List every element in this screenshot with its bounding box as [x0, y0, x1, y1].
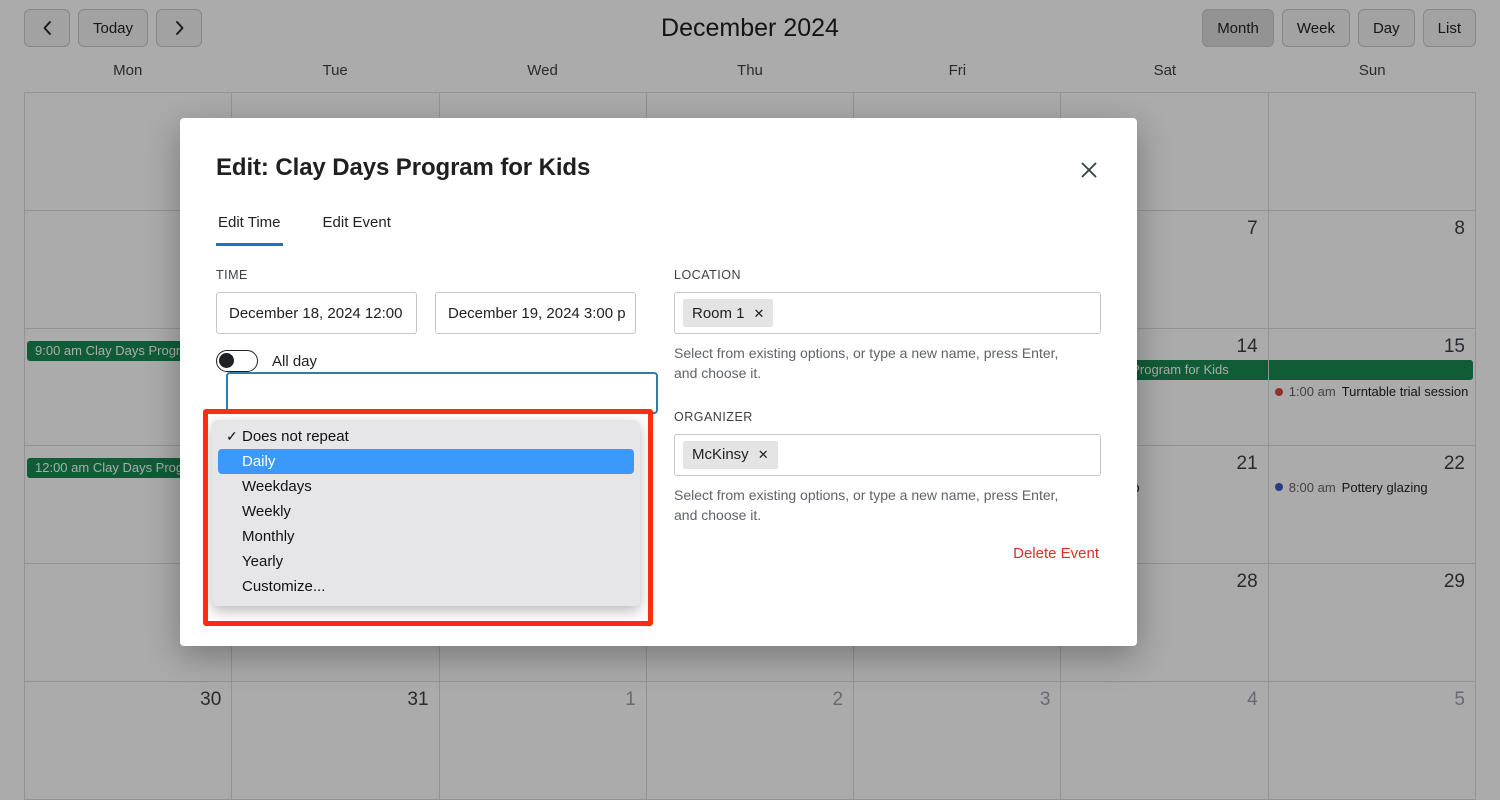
- location-chip: Room 1 ✕: [683, 299, 774, 327]
- details-column: LOCATION Room 1 ✕ Select from existing o…: [674, 268, 1101, 562]
- repeat-dropdown-popup[interactable]: ✓ Does not repeat Daily Weekdays Weekly …: [212, 420, 640, 606]
- delete-event-row: Delete Event: [674, 545, 1101, 562]
- dropdown-option-yearly[interactable]: Yearly: [218, 549, 634, 574]
- modal-header: Edit: Clay Days Program for Kids: [180, 118, 1137, 182]
- organizer-label: ORGANIZER: [674, 409, 753, 424]
- time-section-label: TIME: [216, 268, 248, 282]
- remove-organizer-chip-icon[interactable]: ✕: [758, 448, 769, 461]
- all-day-label: All day: [272, 352, 318, 370]
- organizer-input[interactable]: McKinsy ✕: [674, 433, 1101, 476]
- option-label: Does not repeat: [242, 428, 349, 445]
- dropdown-option-does-not-repeat[interactable]: ✓ Does not repeat: [218, 424, 634, 449]
- repeat-select[interactable]: [226, 372, 658, 414]
- location-chip-label: Room 1: [692, 304, 745, 322]
- all-day-toggle[interactable]: [216, 350, 258, 372]
- organizer-helper-text: Select from existing options, or type a …: [674, 486, 1059, 523]
- dropdown-option-weekly[interactable]: Weekly: [218, 499, 634, 524]
- dropdown-option-monthly[interactable]: Monthly: [218, 524, 634, 549]
- option-label: Weekly: [242, 503, 291, 520]
- option-label: Customize...: [242, 578, 326, 595]
- dropdown-option-customize[interactable]: Customize...: [218, 574, 634, 599]
- option-label: Monthly: [242, 528, 295, 545]
- close-icon[interactable]: [1073, 154, 1105, 186]
- repeat-field-wrapper: [226, 372, 658, 414]
- modal-tabs: Edit Time Edit Event: [180, 208, 1137, 246]
- organizer-chip: McKinsy ✕: [683, 440, 778, 469]
- option-label: Yearly: [242, 553, 284, 570]
- start-datetime-input[interactable]: December 18, 2024 12:00: [216, 292, 417, 334]
- tab-edit-event[interactable]: Edit Event: [321, 208, 393, 246]
- location-label: LOCATION: [674, 268, 741, 282]
- modal-title: Edit: Clay Days Program for Kids: [216, 154, 591, 181]
- dropdown-option-daily[interactable]: Daily: [218, 449, 634, 474]
- delete-event-button[interactable]: Delete Event: [1013, 545, 1099, 562]
- option-label: Daily: [242, 453, 276, 470]
- tab-edit-time[interactable]: Edit Time: [216, 208, 283, 246]
- organizer-chip-label: McKinsy: [692, 446, 749, 464]
- location-input[interactable]: Room 1 ✕: [674, 292, 1101, 334]
- dropdown-option-weekdays[interactable]: Weekdays: [218, 474, 634, 499]
- toggle-knob: [219, 353, 234, 368]
- all-day-row: All day: [216, 350, 636, 372]
- end-datetime-input[interactable]: December 19, 2024 3:00 p: [435, 292, 636, 334]
- remove-location-chip-icon[interactable]: ✕: [754, 307, 765, 320]
- time-inputs-row: December 18, 2024 12:00 December 19, 202…: [216, 292, 636, 334]
- option-label: Weekdays: [242, 478, 312, 495]
- location-helper-text: Select from existing options, or type a …: [674, 345, 1059, 382]
- checkmark-icon: ✓: [226, 428, 238, 444]
